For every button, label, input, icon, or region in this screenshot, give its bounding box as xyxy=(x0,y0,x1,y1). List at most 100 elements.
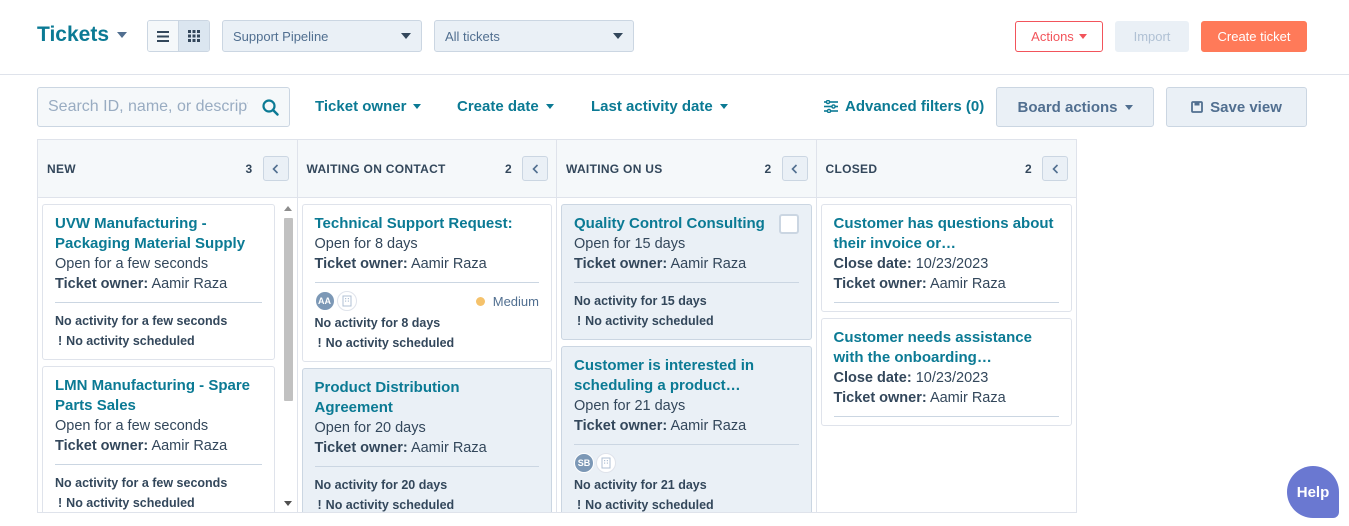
save-icon xyxy=(1191,101,1204,113)
owner-name: Aamir Raza xyxy=(929,390,1006,406)
ticket-title-link[interactable]: Customer is interested in scheduling a p… xyxy=(574,356,799,396)
column-scrollbar[interactable] xyxy=(282,202,294,512)
save-view-button[interactable]: Save view xyxy=(1166,87,1307,127)
ticket-owner-filter[interactable]: Ticket owner xyxy=(315,98,422,115)
list-icon xyxy=(157,30,169,42)
chevron-down-icon xyxy=(1124,104,1133,110)
avatar[interactable]: AA xyxy=(314,291,335,311)
priority-label: Medium xyxy=(492,293,539,309)
ticket-close-date: Close date: 10/23/2023 xyxy=(834,368,1060,388)
scheduled-activity-text: ! No activity scheduled xyxy=(55,331,262,351)
last-activity-text: No activity for a few seconds xyxy=(55,476,228,490)
ticket-close-date: Close date: 10/23/2023 xyxy=(834,254,1060,274)
scrollbar-thumb[interactable] xyxy=(283,218,293,401)
alert-icon: ! xyxy=(317,336,322,350)
divider xyxy=(314,282,539,283)
owner-name: Aamir Raza xyxy=(670,418,747,434)
company-icon[interactable] xyxy=(596,453,616,473)
scheduled-label: No activity scheduled xyxy=(66,496,195,510)
last-activity-text: No activity for 20 days xyxy=(314,478,448,492)
pipeline-select-value: Support Pipeline xyxy=(233,28,329,44)
view-select[interactable]: All tickets xyxy=(434,20,634,52)
owner-name: Aamir Raza xyxy=(670,256,747,272)
avatar[interactable]: SB xyxy=(574,453,594,473)
help-button[interactable]: Help xyxy=(1287,466,1339,518)
search-icon[interactable] xyxy=(262,98,279,116)
column-header: WAITING ON CONTACT 2 xyxy=(297,140,556,198)
ticket-title-link[interactable]: Customer has questions about their invoi… xyxy=(834,214,1060,254)
create-ticket-button[interactable]: Create ticket xyxy=(1201,21,1307,52)
ticket-title-link[interactable]: LMN Manufacturing - Spare Parts Sales xyxy=(55,376,262,416)
page-title-dropdown[interactable]: Tickets xyxy=(37,23,127,47)
view-toggle xyxy=(147,20,210,52)
column-count: 2 xyxy=(505,161,512,176)
ticket-open-duration: Open for a few seconds xyxy=(55,256,209,272)
scheduled-label: No activity scheduled xyxy=(66,334,195,348)
advanced-filters-label: Advanced filters (0) xyxy=(845,98,985,115)
scheduled-activity-text: ! No activity scheduled xyxy=(55,493,262,512)
board-actions-label: Board actions xyxy=(1017,98,1118,116)
ticket-card[interactable]: LMN Manufacturing - Spare Parts Sales Op… xyxy=(42,366,275,512)
divider xyxy=(574,282,799,283)
ticket-title-link[interactable]: UVW Manufacturing - Packaging Material S… xyxy=(55,214,262,254)
company-icon[interactable] xyxy=(336,291,357,311)
ticket-card[interactable]: Technical Support Request: Open for 8 da… xyxy=(301,204,552,362)
divider xyxy=(574,444,799,445)
column-body: Quality Control Consulting Open for 15 d… xyxy=(557,198,816,512)
ticket-card[interactable]: UVW Manufacturing - Packaging Material S… xyxy=(42,204,275,360)
ticket-card[interactable]: Customer needs assistance with the onboa… xyxy=(820,318,1072,426)
chevron-left-icon xyxy=(531,163,538,174)
list-view-button[interactable] xyxy=(148,21,178,51)
collapse-column-button[interactable] xyxy=(781,156,808,181)
actions-button[interactable]: Actions xyxy=(1015,21,1103,52)
divider xyxy=(833,302,1059,303)
search-input[interactable] xyxy=(48,98,248,116)
scroll-up-arrow-icon[interactable] xyxy=(283,206,292,211)
grid-icon xyxy=(188,30,200,42)
view-select-value: All tickets xyxy=(445,28,500,44)
column-count: 2 xyxy=(1025,161,1032,176)
chevron-left-icon xyxy=(272,163,279,174)
column-header: WAITING ON US 2 xyxy=(557,140,816,198)
scheduled-activity-text: ! No activity scheduled xyxy=(315,495,540,512)
import-button[interactable]: Import xyxy=(1115,21,1189,52)
alert-icon: ! xyxy=(577,498,582,512)
owner-label: Ticket owner: xyxy=(55,276,149,292)
board-actions-button[interactable]: Board actions xyxy=(996,87,1154,127)
last-activity-filter[interactable]: Last activity date xyxy=(591,98,728,115)
select-ticket-checkbox[interactable] xyxy=(778,214,799,234)
column-name: WAITING ON US xyxy=(566,161,663,176)
owner-label: Ticket owner: xyxy=(314,256,408,272)
chevron-left-icon xyxy=(791,163,798,174)
collapse-column-button[interactable] xyxy=(1042,156,1068,181)
ticket-open-duration: Open for 21 days xyxy=(574,398,686,414)
page-title: Tickets xyxy=(37,23,109,46)
collapse-column-button[interactable] xyxy=(522,156,548,181)
column-count: 2 xyxy=(764,161,772,176)
ticket-card[interactable]: Product Distribution Agreement Open for … xyxy=(301,368,552,512)
pipeline-select[interactable]: Support Pipeline xyxy=(222,20,422,52)
ticket-meta: AA Medium xyxy=(314,291,539,311)
create-date-filter[interactable]: Create date xyxy=(457,98,554,115)
close-date-label: Close date: xyxy=(833,370,912,386)
collapse-column-button[interactable] xyxy=(262,156,289,181)
owner-label: Ticket owner: xyxy=(55,438,149,454)
ticket-card[interactable]: Quality Control Consulting Open for 15 d… xyxy=(561,204,812,340)
advanced-filters-button[interactable]: Advanced filters (0) xyxy=(824,98,984,115)
column-count: 3 xyxy=(245,161,253,176)
ticket-title-link[interactable]: Customer needs assistance with the onboa… xyxy=(834,328,1060,368)
divider xyxy=(314,466,539,467)
board-view-button[interactable] xyxy=(178,21,209,51)
chevron-down-icon xyxy=(719,104,728,109)
ticket-card[interactable]: Customer has questions about their invoi… xyxy=(820,204,1072,312)
scroll-down-arrow-icon[interactable] xyxy=(283,501,292,506)
ticket-title-link[interactable]: Product Distribution Agreement xyxy=(315,378,540,418)
ticket-title-link[interactable]: Quality Control Consulting xyxy=(574,214,799,234)
ticket-card[interactable]: Customer is interested in scheduling a p… xyxy=(561,346,812,512)
close-date-label: Close date: xyxy=(833,256,912,272)
import-label: Import xyxy=(1133,29,1171,44)
divider xyxy=(55,464,262,465)
ticket-title-link[interactable]: Technical Support Request: xyxy=(315,214,540,234)
ticket-owner: Ticket owner: Aamir Raza xyxy=(834,388,1060,408)
ticket-owner: Ticket owner: Aamir Raza xyxy=(834,274,1060,294)
